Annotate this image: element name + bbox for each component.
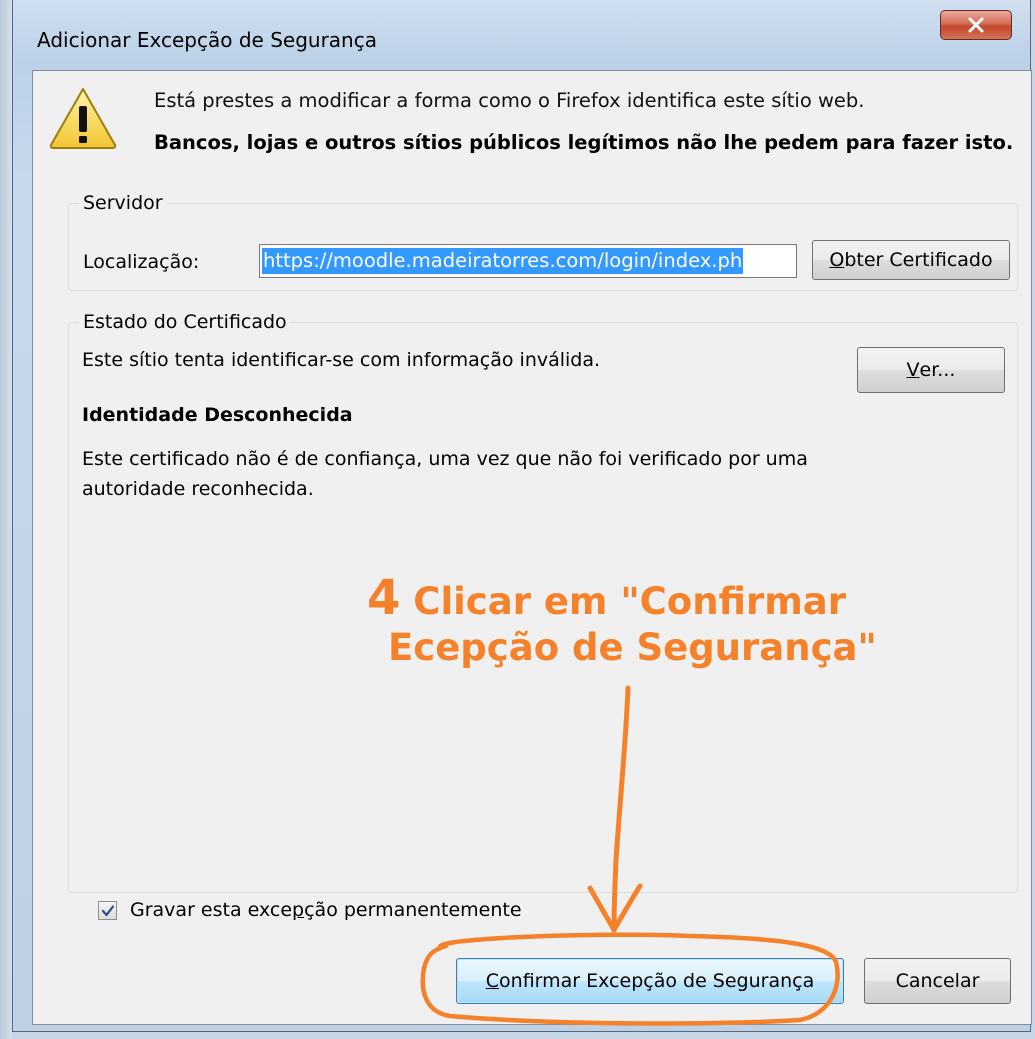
certificate-status-legend: Estado do Certificado <box>79 310 291 334</box>
close-button[interactable] <box>940 10 1012 40</box>
accelerator-key: C <box>485 970 500 992</box>
server-group: Servidor Localização: https://moodle.mad… <box>68 191 1018 291</box>
permanent-checkbox-label[interactable]: Gravar esta excepção permanentemente <box>130 898 522 922</box>
get-certificate-button[interactable]: Obter Certificado <box>812 240 1010 280</box>
close-icon <box>968 17 984 33</box>
identity-description-line2: autoridade reconhecida. <box>82 478 314 500</box>
cancel-button[interactable]: Cancelar <box>864 958 1011 1004</box>
accelerator-key: O <box>829 249 845 271</box>
location-value: https://moodle.madeiratorres.com/login/i… <box>262 248 744 274</box>
identity-description-line1: Este certificado não é de confiança, uma… <box>82 448 808 470</box>
background-strip <box>0 0 12 1039</box>
confirm-exception-button[interactable]: Confirmar Excepção de Segurança <box>456 958 844 1004</box>
certificate-summary: Este sítio tenta identificar-se com info… <box>82 349 601 371</box>
location-input[interactable]: https://moodle.madeiratorres.com/login/i… <box>259 244 797 278</box>
annotation-line2: Ecepção de Segurança" <box>388 626 877 669</box>
dialog-window: Adicionar Excepção de Segurança Está pre… <box>12 0 1032 1032</box>
accelerator-key: V <box>906 359 920 381</box>
window-title: Adicionar Excepção de Segurança <box>37 28 377 52</box>
annotation-line1: Clicar em "Confirmar <box>400 580 846 623</box>
info-text: Está prestes a modificar a forma como o … <box>154 89 865 112</box>
warning-text: Bancos, lojas e outros sítios públicos l… <box>154 131 1014 154</box>
annotation-step: 4 Clicar em "Confirmar <box>367 574 846 625</box>
server-legend: Servidor <box>79 191 167 215</box>
permanent-checkbox[interactable] <box>98 901 117 920</box>
accelerator-key: p <box>292 899 305 921</box>
identity-heading: Identidade Desconhecida <box>82 404 353 426</box>
annotation-number: 4 <box>367 570 401 626</box>
checkmark-icon <box>101 904 114 916</box>
dialog-content: Está prestes a modificar a forma como o … <box>32 70 1032 1025</box>
warning-icon <box>49 88 117 149</box>
location-label: Localização: <box>83 251 200 273</box>
view-button[interactable]: Ver... <box>857 347 1005 393</box>
